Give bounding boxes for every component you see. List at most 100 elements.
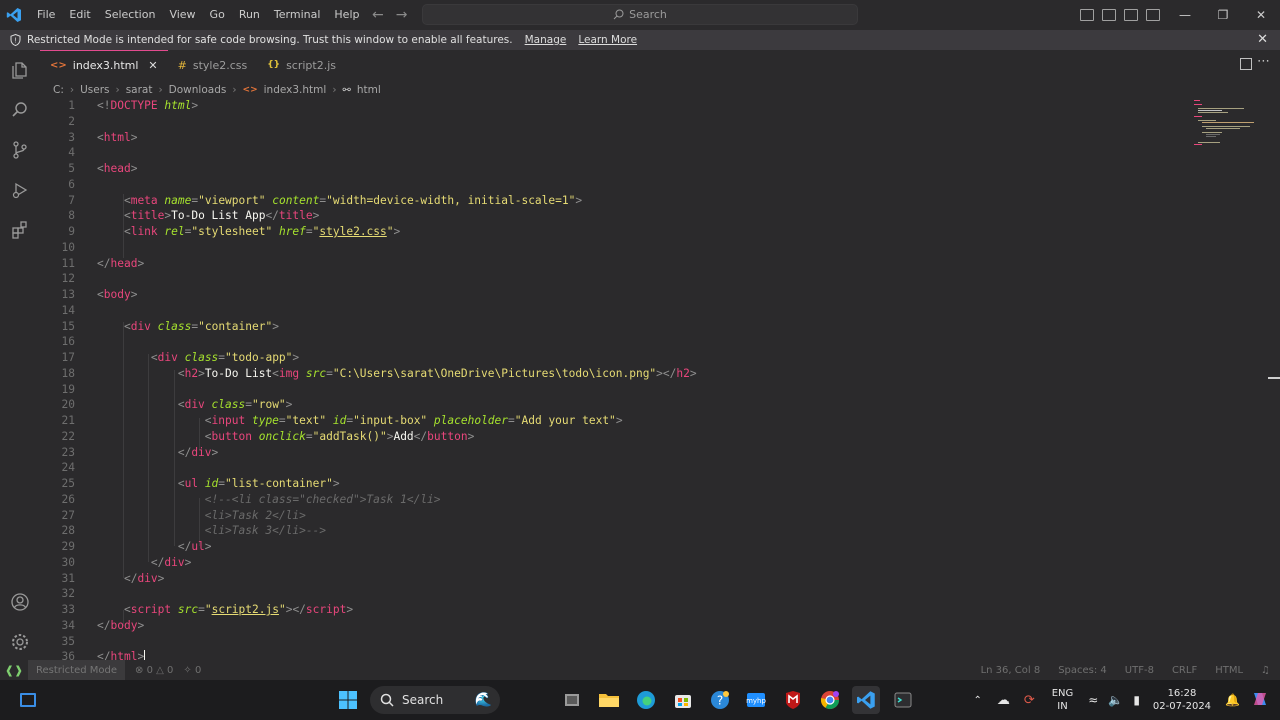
language-mode[interactable]: HTML	[1215, 665, 1243, 676]
extensions-icon[interactable]	[0, 210, 40, 250]
command-search-box[interactable]: Search	[422, 4, 858, 25]
terminal-app-icon[interactable]	[889, 686, 917, 714]
onedrive-cloud-icon[interactable]: ☁	[997, 693, 1010, 708]
source-control-icon[interactable]	[0, 130, 40, 170]
menu-view[interactable]: View	[162, 0, 202, 30]
minimize-icon[interactable]: —	[1166, 0, 1204, 30]
edge-browser-icon[interactable]	[632, 686, 660, 714]
menu-terminal[interactable]: Terminal	[267, 0, 328, 30]
manage-link[interactable]: Manage	[525, 34, 567, 46]
encoding[interactable]: UTF-8	[1125, 665, 1154, 676]
back-arrow-icon[interactable]: ←	[372, 7, 384, 23]
chrome-browser-icon[interactable]	[816, 686, 844, 714]
toggle-secondary-sidebar-icon[interactable]	[1124, 9, 1138, 21]
learn-more-link[interactable]: Learn More	[578, 34, 637, 46]
sync-app-icon[interactable]: ⟳	[1024, 693, 1035, 708]
accounts-icon[interactable]	[0, 582, 40, 622]
menu-edit[interactable]: Edit	[62, 0, 97, 30]
line-number: 16	[61, 335, 75, 349]
show-hidden-icons-chevron-icon[interactable]: ⌃	[973, 695, 981, 706]
mcafee-icon[interactable]	[779, 686, 807, 714]
notification-bell-icon[interactable]: 🔔	[1225, 693, 1240, 707]
breadcrumb-item[interactable]: Downloads	[169, 84, 227, 96]
code-token: h2	[676, 366, 690, 380]
file-explorer-icon[interactable]	[595, 686, 623, 714]
cursor-position[interactable]: Ln 36, Col 8	[981, 665, 1041, 676]
code-token: "list-container"	[225, 477, 333, 490]
remote-indicator-icon[interactable]: ❰❱	[0, 660, 28, 680]
code-token: >	[272, 319, 279, 333]
line-number: 9	[68, 225, 75, 238]
code-token: >	[198, 366, 205, 380]
help-app-icon[interactable]: ?	[706, 686, 734, 714]
volume-icon[interactable]: 🔈	[1108, 693, 1123, 707]
problems-indicator[interactable]: ⊗ 0 △ 0	[135, 665, 173, 676]
breadcrumb-item[interactable]: C:	[53, 84, 64, 96]
code-token: script	[305, 603, 347, 616]
code-token: id	[204, 477, 219, 490]
tab-index3-html[interactable]: <> index3.html ✕	[40, 50, 168, 80]
ports-indicator[interactable]: ✧ 0	[183, 665, 201, 676]
breadcrumb-item[interactable]: index3.html	[264, 84, 327, 96]
toggle-panel-icon[interactable]	[1102, 9, 1116, 21]
desktop-app-icon[interactable]	[14, 686, 42, 714]
menu-go[interactable]: Go	[203, 0, 232, 30]
system-tray: ⌃ ☁ ⟳ ENG IN ≈ 🔈 ▮ 16:28 02-07-2024 🔔	[965, 680, 1280, 720]
clock[interactable]: 16:28 02-07-2024	[1153, 687, 1211, 713]
code-text: </html>	[97, 649, 146, 660]
code-token: html	[103, 130, 131, 144]
menu-selection[interactable]: Selection	[98, 0, 163, 30]
error-count: 0	[146, 664, 153, 676]
close-tab-icon[interactable]: ✕	[148, 59, 157, 72]
minimap[interactable]	[1192, 98, 1272, 158]
run-debug-icon[interactable]	[0, 170, 40, 210]
settings-gear-icon[interactable]	[0, 622, 40, 662]
hp-app-icon[interactable]: myhp	[742, 686, 770, 714]
breadcrumb-item[interactable]: sarat	[126, 84, 153, 96]
notifications-bell-icon[interactable]: ♫	[1261, 665, 1270, 676]
tab-label: style2.css	[192, 58, 248, 72]
explorer-icon[interactable]	[0, 50, 40, 90]
code-text: <link rel="stylesheet" href="style2.css"…	[97, 224, 400, 240]
code-editor[interactable]: 1 <!DOCTYPE html> 2 3 <html> 4 5 <head> 6 7 <meta…	[40, 98, 1280, 660]
code-token: ></	[656, 366, 677, 380]
split-editor-icon[interactable]	[1240, 58, 1252, 70]
tab-style2-css[interactable]: # style2.css	[168, 50, 258, 80]
search-sidebar-icon[interactable]	[0, 90, 40, 130]
toggle-primary-sidebar-icon[interactable]	[1080, 9, 1094, 21]
restricted-mode-indicator[interactable]: Restricted Mode	[28, 660, 126, 680]
wifi-icon[interactable]: ≈	[1088, 693, 1098, 707]
breadcrumb-item[interactable]: Users	[80, 84, 109, 96]
task-view-icon[interactable]	[558, 686, 586, 714]
menu-run[interactable]: Run	[232, 0, 267, 30]
customize-layout-icon[interactable]	[1146, 9, 1160, 21]
code-token: =	[305, 225, 313, 238]
line-number: 17	[61, 351, 75, 364]
code-token: div	[137, 571, 158, 585]
tab-script2-js[interactable]: {} script2.js	[257, 50, 346, 80]
close-window-icon[interactable]: ✕	[1242, 0, 1280, 30]
scrollbar-marker[interactable]	[1268, 377, 1280, 379]
close-banner-icon[interactable]: ✕	[1257, 32, 1268, 47]
layout-controls	[1080, 0, 1160, 30]
microsoft-store-icon[interactable]	[669, 686, 697, 714]
input-language-indicator[interactable]: ENG IN	[1052, 687, 1074, 713]
breadcrumb-item[interactable]: html	[357, 84, 381, 96]
indentation[interactable]: Spaces: 4	[1058, 665, 1107, 676]
copilot-icon[interactable]	[1250, 689, 1270, 712]
code-token: <li>Task 3</li>-->	[204, 524, 327, 538]
forward-arrow-icon[interactable]: →	[396, 7, 408, 23]
restore-icon[interactable]: ❐	[1204, 0, 1242, 30]
menu-file[interactable]: File	[30, 0, 62, 30]
line-ending[interactable]: CRLF	[1172, 665, 1197, 676]
menu-help[interactable]: Help	[327, 0, 366, 30]
vscode-taskbar-icon[interactable]	[852, 686, 880, 714]
battery-icon[interactable]: ▮	[1133, 693, 1140, 707]
start-button-icon[interactable]	[334, 686, 362, 714]
taskbar-search-box[interactable]: Search 🌊	[370, 686, 500, 714]
more-actions-icon[interactable]: ⋯	[1257, 54, 1270, 69]
code-token: html	[164, 99, 192, 112]
